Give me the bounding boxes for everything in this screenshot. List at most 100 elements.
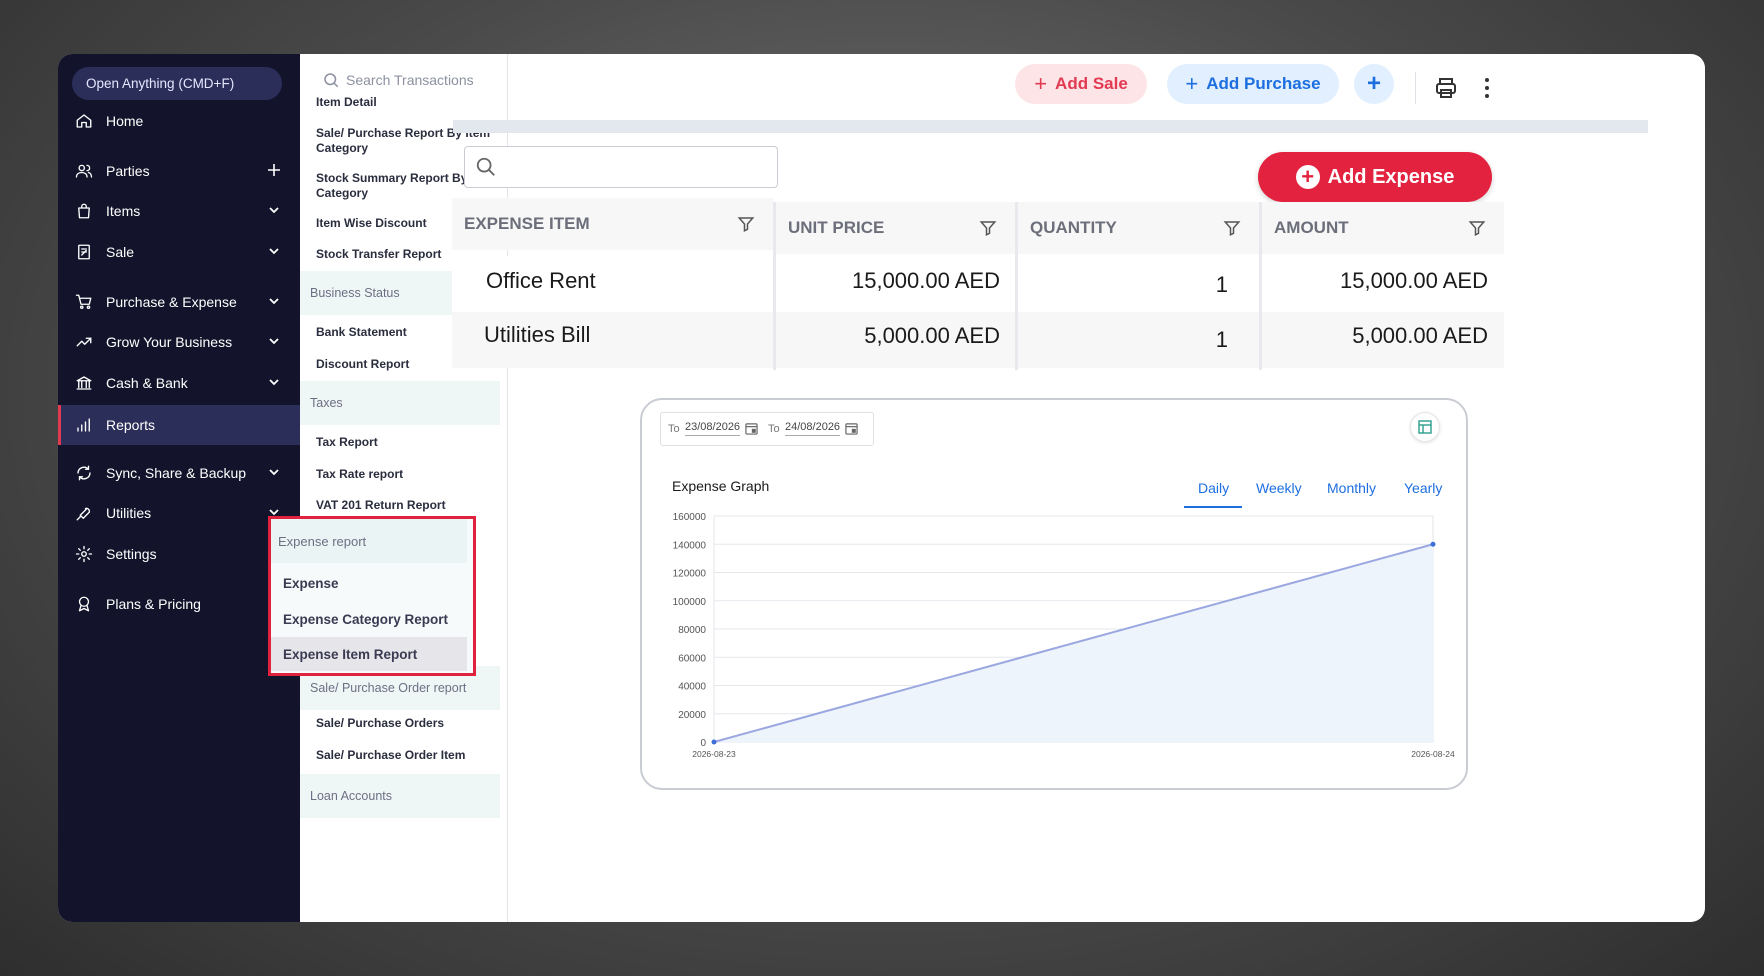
cart-icon [74, 292, 94, 312]
column-divider [1259, 202, 1262, 370]
sidebar-item-parties[interactable]: Parties [58, 151, 300, 191]
search-icon [476, 157, 495, 176]
report-sale-purchase-orders[interactable]: Sale/ Purchase Orders [316, 716, 496, 731]
header-label: QUANTITY [1030, 218, 1117, 237]
expense-graph-card: To 23/08/2026 To 24/08/2026 Expense Grap… [640, 398, 1468, 790]
bag-icon [74, 201, 94, 221]
plus-icon[interactable] [266, 162, 282, 178]
bank-icon [74, 373, 94, 393]
sidebar-item-grow-your-business[interactable]: Grow Your Business [58, 322, 300, 362]
x-tick-label: 2026-08-24 [1411, 749, 1455, 759]
expense-line-chart: 0 20000 40000 60000 80000 100000 120000 140000 1… [673, 512, 1455, 759]
add-purchase-button[interactable]: + Add Purchase [1167, 64, 1339, 104]
filter-icon[interactable] [1468, 219, 1486, 237]
chevron-down-icon[interactable] [266, 333, 282, 349]
divider [1415, 72, 1416, 104]
add-sale-button[interactable]: + Add Sale [1015, 64, 1147, 104]
cell-expense-item: Utilities Bill [484, 322, 591, 347]
data-point [711, 739, 717, 745]
sidebar: Open Anything (CMD+F) Home Parties Items Sa… [58, 54, 300, 922]
cell-unit-price: 15,000.00 AED [851, 268, 1000, 293]
chevron-down-icon[interactable] [266, 202, 282, 218]
x-tick-label: 2026-08-23 [692, 749, 736, 759]
column-divider [1015, 202, 1018, 370]
header-label: AMOUNT [1274, 218, 1349, 237]
sidebar-item-purchase-expense[interactable]: Purchase & Expense [58, 282, 300, 322]
y-tick-label: 20000 [678, 710, 706, 721]
sidebar-item-settings[interactable]: Settings [58, 534, 300, 574]
cell-unit-price: 5,000.00 AED [864, 323, 1000, 348]
y-tick-label: 80000 [678, 625, 706, 636]
filter-icon[interactable] [979, 219, 997, 237]
sidebar-item-label: Sale [106, 244, 135, 260]
sidebar-item-cash-bank[interactable]: Cash & Bank [58, 363, 300, 403]
sidebar-item-label: Items [106, 203, 141, 219]
data-point [1430, 541, 1436, 547]
y-tick-label: 140000 [673, 540, 707, 551]
section-loan-accounts: Loan Accounts [300, 774, 500, 818]
report-sale-purchase-order-item[interactable]: Sale/ Purchase Order Item [316, 748, 496, 763]
y-tick-label: 0 [700, 738, 706, 749]
search-icon [324, 73, 339, 88]
expense-search-input[interactable] [464, 146, 778, 188]
report-tax[interactable]: Tax Report [316, 435, 496, 450]
filter-icon[interactable] [1223, 219, 1241, 237]
report-tax-rate[interactable]: Tax Rate report [316, 467, 496, 482]
open-anything-search[interactable]: Open Anything (CMD+F) [72, 67, 282, 100]
receipt-icon [74, 242, 94, 262]
sidebar-item-label: Plans & Pricing [106, 596, 201, 612]
toolbar-divider-strip [453, 120, 1648, 133]
top-bar: + Add Sale + Add Purchase + [508, 54, 1705, 120]
badge-icon [74, 594, 94, 614]
chevron-down-icon[interactable] [266, 293, 282, 309]
sidebar-item-reports[interactable]: Reports [58, 405, 300, 445]
report-item-detail[interactable]: Item Detail [316, 95, 496, 110]
gear-icon [74, 544, 94, 564]
report-expense-item[interactable]: Expense Item Report [271, 637, 467, 671]
sidebar-item-label: Purchase & Expense [106, 294, 237, 310]
sidebar-item-label: Grow Your Business [106, 334, 233, 350]
print-icon[interactable] [1434, 76, 1458, 100]
header-amount[interactable]: AMOUNT [1262, 202, 1504, 254]
sidebar-item-items[interactable]: Items [58, 191, 300, 231]
sidebar-item-sync-share-backup[interactable]: Sync, Share & Backup [58, 453, 300, 493]
sidebar-item-label: Home [106, 113, 144, 129]
add-expense-button[interactable]: + Add Expense [1258, 152, 1492, 202]
header-quantity[interactable]: QUANTITY [1018, 202, 1259, 254]
expense-items-table: EXPENSE ITEM UNIT PRICE QUANTITY AMOUNT … [452, 198, 1504, 370]
sidebar-item-utilities[interactable]: Utilities [58, 493, 300, 533]
y-tick-label: 160000 [673, 512, 707, 523]
report-vat-201[interactable]: VAT 201 Return Report [316, 498, 496, 513]
trend-icon [74, 332, 94, 352]
sidebar-item-label: Sync, Share & Backup [106, 465, 247, 481]
filter-icon[interactable] [737, 215, 755, 233]
cell-amount: 5,000.00 AED [1352, 323, 1488, 348]
y-tick-label: 120000 [673, 569, 707, 580]
sync-icon [74, 463, 94, 483]
header-label: EXPENSE ITEM [464, 214, 590, 233]
header-expense-item[interactable]: EXPENSE ITEM [452, 198, 773, 250]
cell-quantity: 1 [1215, 272, 1228, 297]
column-divider [773, 202, 776, 370]
more-options-icon[interactable] [1478, 76, 1496, 100]
tools-icon [74, 503, 94, 523]
header-unit-price[interactable]: UNIT PRICE [776, 202, 1015, 254]
sidebar-item-home[interactable]: Home [58, 101, 300, 141]
report-expense-category[interactable]: Expense Category Report [271, 602, 467, 636]
add-expense-label: Add Expense [1327, 165, 1455, 188]
app-window: Open Anything (CMD+F) Home Parties Items Sa… [58, 54, 1705, 922]
section-taxes: Taxes [300, 381, 500, 425]
sidebar-item-label: Parties [106, 163, 150, 179]
sidebar-item-sale[interactable]: Sale [58, 232, 300, 272]
add-more-button[interactable]: + [1354, 64, 1394, 104]
report-expense[interactable]: Expense [271, 566, 467, 600]
header-label: UNIT PRICE [788, 218, 885, 237]
sidebar-item-label: Reports [106, 417, 156, 433]
chevron-down-icon[interactable] [266, 464, 282, 480]
chevron-down-icon[interactable] [266, 243, 282, 259]
chevron-down-icon[interactable] [266, 374, 282, 390]
sidebar-item-plans-pricing[interactable]: Plans & Pricing [58, 584, 300, 624]
sidebar-item-label: Settings [106, 546, 157, 562]
sidebar-item-label: Utilities [106, 505, 152, 521]
search-transactions-placeholder: Search Transactions [346, 72, 474, 88]
